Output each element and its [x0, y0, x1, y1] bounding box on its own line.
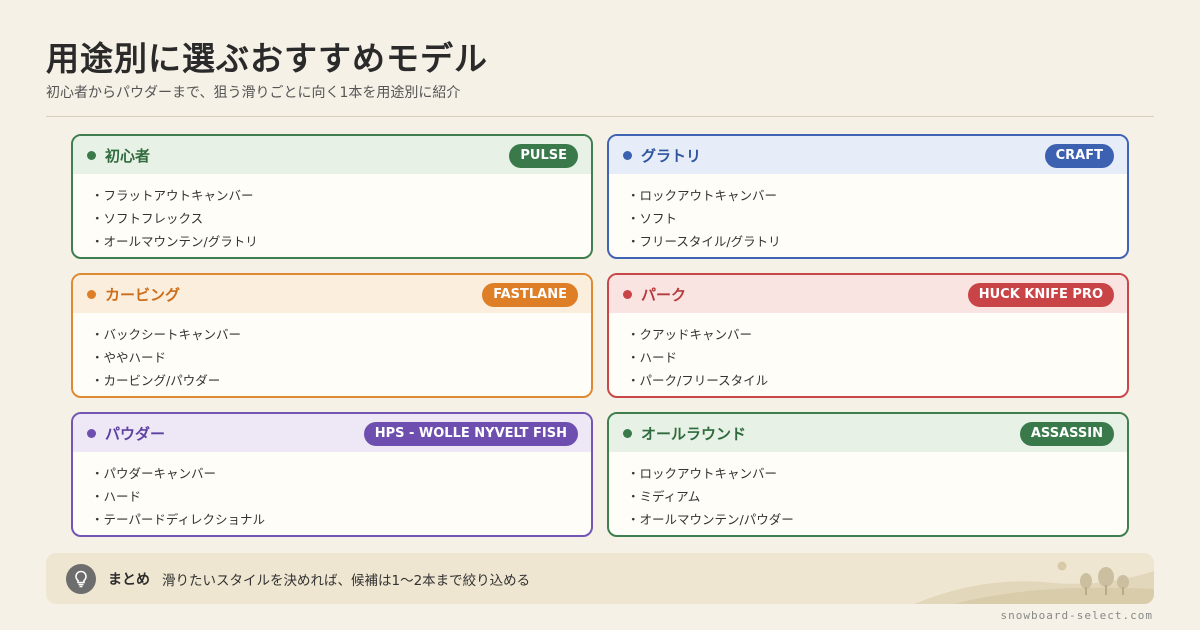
- card-header: パウダー HPS - WOLLE NYVELT FISH: [73, 414, 591, 452]
- lightbulb-icon: [66, 563, 96, 594]
- feature-item: ・ややハード: [91, 350, 167, 365]
- card-body: ・パウダーキャンバー ・ハード ・テーパードディレクショナル: [73, 452, 591, 531]
- feature-item: ・ロックアウトキャンバー: [627, 188, 778, 203]
- bullet-dot-icon: [623, 289, 632, 299]
- model-badge: HPS - WOLLE NYVELT FISH: [363, 422, 578, 446]
- model-badge: CRAFT: [1044, 144, 1114, 168]
- card-body: ・フラットアウトキャンバー ・ソフトフレックス ・オールマウンテン/グラトリ: [73, 174, 591, 253]
- card-title: オールラウンド: [641, 424, 747, 443]
- card-title: パウダー: [105, 424, 166, 443]
- card-title: グラトリ: [641, 146, 702, 165]
- feature-item: ・フリースタイル/グラトリ: [627, 234, 781, 249]
- feature-item: ・バックシートキャンバー: [91, 327, 242, 342]
- card-park: パーク HUCK KNIFE PRO ・クアッドキャンバー ・ハード ・パーク/…: [607, 273, 1129, 398]
- bullet-dot-icon: [623, 150, 632, 160]
- card-beginner: 初心者 PULSE ・フラットアウトキャンバー ・ソフトフレックス ・オールマウ…: [71, 134, 593, 259]
- feature-item: ・ソフトフレックス: [91, 211, 204, 226]
- header-divider: [46, 116, 1154, 117]
- feature-item: ・ミディアム: [627, 489, 701, 504]
- card-header: グラトリ CRAFT: [609, 136, 1127, 174]
- card-carving: カービング FASTLANE ・バックシートキャンバー ・ややハード ・カービン…: [71, 273, 593, 398]
- model-badge: PULSE: [509, 144, 578, 168]
- feature-item: ・ロックアウトキャンバー: [627, 466, 778, 481]
- snowy-hill-decoration: [914, 561, 1154, 604]
- card-header: オールラウンド ASSASSIN: [609, 414, 1127, 452]
- feature-item: ・テーパードディレクショナル: [91, 512, 266, 527]
- feature-item: ・ハード: [91, 489, 142, 504]
- model-grid: 初心者 PULSE ・フラットアウトキャンバー ・ソフトフレックス ・オールマウ…: [71, 134, 1129, 537]
- model-badge: ASSASSIN: [1019, 422, 1114, 446]
- feature-item: ・パーク/フリースタイル: [627, 373, 769, 388]
- card-all-round: オールラウンド ASSASSIN ・ロックアウトキャンバー ・ミディアム ・オー…: [607, 412, 1129, 537]
- page-subtitle: 初心者からパウダーまで、狙う滑りごとに向く1本を用途別に紹介: [46, 85, 461, 101]
- feature-item: ・フラットアウトキャンバー: [91, 188, 254, 203]
- model-badge: FASTLANE: [482, 283, 578, 307]
- card-header: パーク HUCK KNIFE PRO: [609, 275, 1127, 313]
- summary-label: まとめ: [108, 571, 150, 588]
- card-title: 初心者: [105, 146, 151, 165]
- card-body: ・バックシートキャンバー ・ややハード ・カービング/パウダー: [73, 313, 591, 392]
- card-powder: パウダー HPS - WOLLE NYVELT FISH ・パウダーキャンバー …: [71, 412, 593, 537]
- card-header: 初心者 PULSE: [73, 136, 591, 174]
- site-url: snowboard-select.com: [1000, 609, 1153, 622]
- card-header: カービング FASTLANE: [73, 275, 591, 313]
- bullet-dot-icon: [87, 428, 96, 438]
- summary-text: 滑りたいスタイルを決めれば、候補は1〜2本まで絞り込める: [162, 572, 531, 589]
- card-title: パーク: [641, 285, 687, 304]
- card-body: ・ロックアウトキャンバー ・ソフト ・フリースタイル/グラトリ: [609, 174, 1127, 253]
- card-title: カービング: [105, 285, 181, 304]
- feature-item: ・オールマウンテン/パウダー: [627, 512, 794, 527]
- bullet-dot-icon: [87, 150, 96, 160]
- feature-item: ・パウダーキャンバー: [91, 466, 217, 481]
- summary-box: まとめ 滑りたいスタイルを決めれば、候補は1〜2本まで絞り込める: [46, 553, 1154, 604]
- card-ground-trick: グラトリ CRAFT ・ロックアウトキャンバー ・ソフト ・フリースタイル/グラ…: [607, 134, 1129, 259]
- card-body: ・ロックアウトキャンバー ・ミディアム ・オールマウンテン/パウダー: [609, 452, 1127, 531]
- page-title: 用途別に選ぶおすすめモデル: [46, 39, 488, 78]
- feature-item: ・カービング/パウダー: [91, 373, 221, 388]
- feature-item: ・オールマウンテン/グラトリ: [91, 234, 258, 249]
- bullet-dot-icon: [623, 428, 632, 438]
- bullet-dot-icon: [87, 289, 96, 299]
- card-body: ・クアッドキャンバー ・ハード ・パーク/フリースタイル: [609, 313, 1127, 392]
- model-badge: HUCK KNIFE PRO: [967, 283, 1114, 307]
- feature-item: ・クアッドキャンバー: [627, 327, 753, 342]
- feature-item: ・ソフト: [627, 211, 678, 226]
- feature-item: ・ハード: [627, 350, 678, 365]
